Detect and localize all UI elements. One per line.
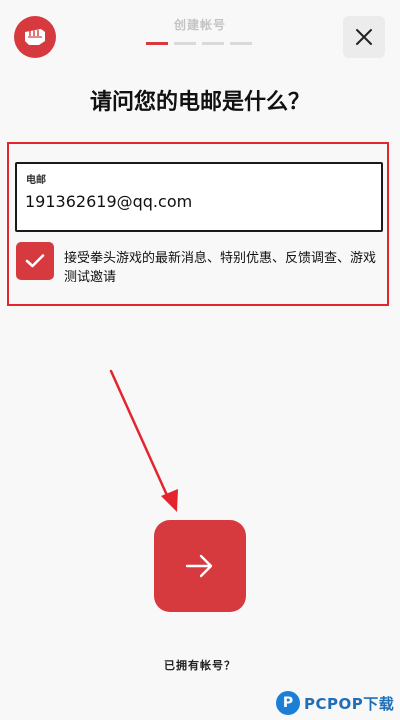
- checkmark-icon: [25, 254, 45, 268]
- watermark-text: PCPOP下载: [304, 694, 395, 713]
- step-bar-1: [146, 42, 168, 45]
- step-bar-2: [174, 42, 196, 45]
- consent-text: 接受拳头游戏的最新消息、特别优惠、反馈调查、游戏测试邀请: [64, 251, 377, 285]
- arrow-right-icon: [185, 554, 213, 578]
- consent-checkbox[interactable]: [16, 242, 54, 280]
- have-account-link[interactable]: 已拥有帐号？: [0, 657, 400, 673]
- step-bar-3: [202, 42, 224, 45]
- page-title: 请问您的电邮是什么？: [89, 90, 310, 115]
- watermark: P PCPOP下载: [276, 688, 394, 718]
- email-field[interactable]: 电邮: [15, 162, 383, 232]
- next-button[interactable]: [154, 520, 246, 612]
- email-label: 电邮: [26, 175, 46, 186]
- close-button[interactable]: [343, 16, 385, 58]
- step-indicator: [146, 42, 252, 45]
- email-input[interactable]: [25, 192, 365, 211]
- close-icon: [356, 29, 372, 45]
- watermark-logo-icon: P: [276, 691, 300, 715]
- step-bar-4: [230, 42, 252, 45]
- step-label: 创建帐号: [173, 18, 226, 32]
